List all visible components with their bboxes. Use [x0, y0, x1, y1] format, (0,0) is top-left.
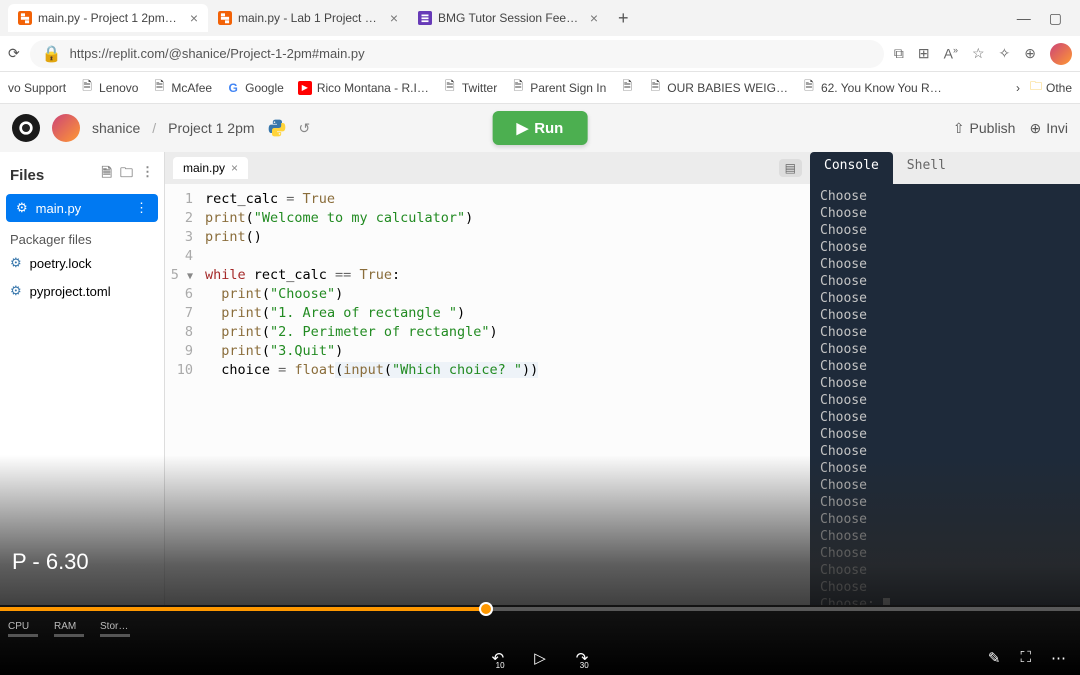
console-output[interactable]: ChooseChooseChoose ChooseChooseChoose Ch…: [810, 184, 1080, 605]
replit-icon: [218, 11, 232, 25]
bookmark-babies[interactable]: 🗎OUR BABIES WEIG…: [648, 81, 788, 95]
bookmark-twitter[interactable]: 🗎Twitter: [443, 81, 497, 95]
new-folder-icon[interactable]: 🗀: [120, 164, 133, 186]
history-icon[interactable]: ↺: [299, 120, 311, 137]
bookmark-other-folder[interactable]: 🗀Othe: [1030, 77, 1072, 98]
files-title: Files: [10, 167, 44, 184]
browser-tab-sheets[interactable]: BMG Tutor Session Feedback Fc ×: [408, 4, 608, 32]
resource-stats: CPU RAM Stor…: [8, 621, 130, 637]
collections-icon[interactable]: ✧: [999, 45, 1011, 62]
browser-tab-bar: main.py - Project 1 2pm - Replit × main.…: [0, 0, 1080, 36]
text-size-icon[interactable]: A»: [944, 45, 958, 62]
files-sidebar: Files 🗎 🗀 ⋮ ⚙ main.py ⋮ Packager files ⚙…: [0, 152, 165, 605]
bookmark-vosupport[interactable]: vo Support: [8, 81, 66, 95]
play-icon[interactable]: ▷: [534, 649, 546, 667]
line-gutter: 1 2 3 4 5 ▼ 6 7 8 9 10: [165, 184, 201, 605]
refresh-icon[interactable]: ⟳: [8, 45, 20, 62]
python-file-icon: ⚙: [16, 200, 28, 216]
code-editor[interactable]: 1 2 3 4 5 ▼ 6 7 8 9 10 rect_calc = True …: [165, 184, 810, 605]
tab-label: main.py - Project 1 2pm - Replit: [38, 11, 180, 25]
skip-back-icon[interactable]: ↶10: [492, 649, 505, 667]
skip-forward-icon[interactable]: ↷30: [576, 649, 589, 667]
file-item-poetry[interactable]: ⚙ poetry.lock: [0, 249, 164, 277]
pane-layout-icon[interactable]: ▤: [779, 159, 802, 177]
file-menu-icon[interactable]: ⋮: [135, 200, 148, 216]
browser-tab-replit-2[interactable]: main.py - Lab 1 Project 1 5:00p… ×: [208, 4, 408, 32]
bookmark-empty[interactable]: 🗎: [620, 81, 634, 95]
url-text: https://replit.com/@shanice/Project-1-2p…: [70, 46, 365, 61]
close-icon[interactable]: ×: [231, 161, 238, 175]
bookmark-bar: vo Support 🗎Lenovo 🗎McAfee GGoogle ▶Rico…: [0, 72, 1080, 104]
extensions-icon[interactable]: ⊕: [1024, 45, 1036, 62]
bookmark-overflow-icon[interactable]: ›: [1016, 81, 1020, 95]
editor-tab-main[interactable]: main.py ×: [173, 157, 248, 179]
url-input[interactable]: 🔒 https://replit.com/@shanice/Project-1-…: [30, 40, 884, 68]
close-icon[interactable]: ×: [190, 10, 198, 26]
bookmark-google[interactable]: GGoogle: [226, 81, 284, 95]
bookmark-mcafee[interactable]: 🗎McAfee: [152, 81, 212, 95]
copy-icon[interactable]: ⧉: [894, 45, 904, 62]
tab-console[interactable]: Console: [810, 152, 893, 184]
apps-icon[interactable]: ⊞: [918, 45, 930, 62]
browser-tab-replit-1[interactable]: main.py - Project 1 2pm - Replit ×: [8, 4, 208, 32]
tab-shell[interactable]: Shell: [893, 152, 960, 184]
publish-button[interactable]: ⇧ Publish: [953, 120, 1016, 137]
bookmark-parentsignin[interactable]: 🗎Parent Sign In: [511, 81, 606, 95]
python-file-icon: ⚙: [10, 255, 22, 271]
video-scrubber[interactable]: [0, 607, 1080, 611]
breadcrumb-user[interactable]: shanice: [92, 120, 140, 136]
console-pane: Console Shell ChooseChooseChoose ChooseC…: [810, 152, 1080, 605]
invite-button[interactable]: ⊕ Invi: [1029, 120, 1068, 137]
fullscreen-icon[interactable]: ⛶: [1020, 649, 1031, 667]
favorite-icon[interactable]: ☆: [972, 45, 985, 62]
python-file-icon: ⚙: [10, 283, 22, 299]
sheets-icon: [418, 11, 432, 25]
play-icon: ▶: [517, 119, 529, 137]
tab-label: BMG Tutor Session Feedback Fc: [438, 11, 580, 25]
profile-avatar[interactable]: [1050, 43, 1072, 65]
packager-section-label: Packager files: [0, 224, 164, 249]
video-controls-right: ✎ ⛶ ⋯: [988, 649, 1066, 667]
editor-pane: main.py × ▤ 1 2 3 4 5 ▼ 6 7 8 9 10 rect_…: [165, 152, 810, 605]
new-file-icon[interactable]: 🗎: [102, 164, 112, 186]
edit-icon[interactable]: ✎: [988, 649, 1001, 667]
close-icon[interactable]: ×: [590, 10, 598, 26]
file-item-main[interactable]: ⚙ main.py ⋮: [6, 194, 158, 222]
replit-header: shanice / Project 1 2pm ↺ ▶ Run ⇧ Publis…: [0, 104, 1080, 152]
run-button[interactable]: ▶ Run: [493, 111, 588, 145]
more-icon[interactable]: ⋯: [1051, 649, 1066, 667]
replit-logo[interactable]: [12, 114, 40, 142]
bookmark-lenovo[interactable]: 🗎Lenovo: [80, 81, 138, 95]
code-content: rect_calc = True print("Welcome to my ca…: [201, 184, 538, 605]
fold-icon[interactable]: ▼: [187, 271, 193, 282]
scrub-handle[interactable]: [479, 602, 493, 616]
tab-label: main.py - Lab 1 Project 1 5:00p…: [238, 11, 380, 25]
python-icon: [267, 118, 287, 138]
breadcrumb-project[interactable]: Project 1 2pm: [168, 120, 254, 136]
close-icon[interactable]: ×: [390, 10, 398, 26]
video-timestamp: P - 6.30: [12, 549, 89, 575]
new-tab-button[interactable]: +: [608, 8, 639, 29]
address-bar: ⟳ 🔒 https://replit.com/@shanice/Project-…: [0, 36, 1080, 72]
maximize-icon[interactable]: ▢: [1049, 10, 1062, 27]
replit-icon: [18, 11, 32, 25]
user-avatar[interactable]: [52, 114, 80, 142]
breadcrumb-sep: /: [152, 120, 156, 136]
bookmark-youtube[interactable]: ▶Rico Montana - R.I…: [298, 81, 429, 95]
lock-icon: 🔒: [42, 44, 62, 64]
files-menu-icon[interactable]: ⋮: [141, 164, 154, 186]
minimize-icon[interactable]: —: [1017, 10, 1031, 27]
video-controls: ↶10 ▷ ↷30: [0, 649, 1080, 667]
file-item-pyproject[interactable]: ⚙ pyproject.toml: [0, 277, 164, 305]
bookmark-62[interactable]: 🗎62. You Know You R…: [802, 81, 942, 95]
